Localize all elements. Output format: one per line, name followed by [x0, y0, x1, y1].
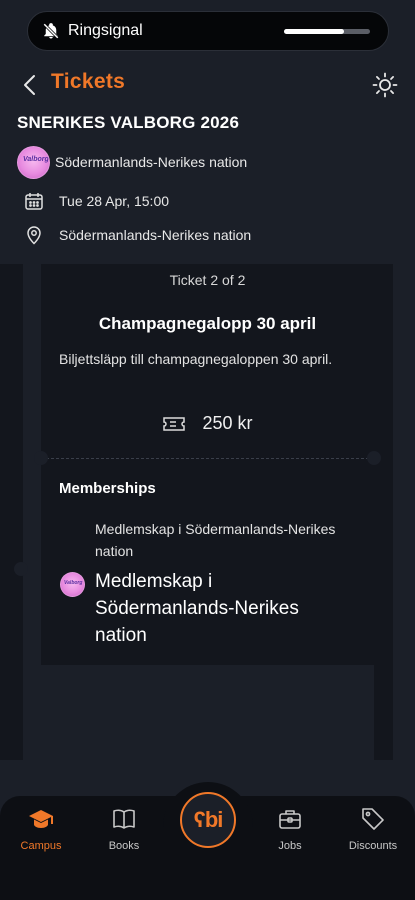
next-ticket-card[interactable] — [374, 264, 393, 760]
nav-campus[interactable]: Campus — [1, 806, 81, 852]
organizer-row[interactable]: Valborg Södermanlands-Nerikes nation — [17, 145, 247, 179]
ticket-name: Champagnegalopp 30 april — [98, 314, 317, 333]
ticket-counter: Ticket 2 of 2 — [169, 272, 246, 288]
membership-name: Medlemskap i Södermanlands-Nerikes natio… — [95, 571, 299, 646]
ringer-level-bar — [284, 29, 370, 34]
location-pin-icon — [27, 226, 41, 245]
event-title: SNERIKES VALBORG 2026 — [17, 113, 240, 132]
briefcase-icon — [279, 810, 301, 829]
event-location: Södermanlands-Nerikes nation — [59, 227, 252, 243]
membership-avatar: Valborg — [60, 572, 85, 597]
ticket-notch — [14, 562, 28, 576]
ringer-level-fill — [284, 29, 345, 34]
nav-jobs[interactable]: Jobs — [250, 806, 330, 852]
calendar-icon — [25, 193, 43, 210]
tag-icon — [362, 808, 384, 830]
nav-jobs-label: Jobs — [278, 840, 302, 852]
bell-muted-icon — [43, 23, 59, 39]
previous-ticket-card[interactable] — [0, 264, 23, 760]
event-location-row[interactable]: Södermanlands-Nerikes nation — [24, 225, 251, 245]
ticket-description: Biljettsläpp till champagnegaloppen 30 a… — [59, 351, 333, 367]
nav-books[interactable]: Books — [84, 806, 164, 852]
membership-subtitle: Medlemskap i Södermanlands-Nerikes natio… — [95, 521, 336, 559]
app-logo: ʕbi — [193, 807, 224, 832]
chevron-left-icon[interactable] — [20, 74, 40, 96]
ticket-notch-left — [34, 451, 48, 465]
nav-discounts[interactable]: Discounts — [333, 806, 413, 852]
ticket-card[interactable]: Ticket 2 of 2 Champagnegalopp 30 april B… — [34, 264, 381, 665]
page-title: Tickets — [51, 70, 126, 93]
event-date-row: Tue 28 Apr, 15:00 — [24, 191, 169, 211]
nav-books-label: Books — [108, 840, 140, 852]
nav-campus-label: Campus — [20, 840, 62, 852]
event-date: Tue 28 Apr, 15:00 — [59, 193, 170, 209]
nav-discounts-label: Discounts — [348, 840, 398, 852]
ticket-details: Ticket 2 of 2 Champagnegalopp 30 april B… — [41, 264, 374, 458]
organizer-name: Södermanlands-Nerikes nation — [55, 154, 248, 170]
page-header: Tickets — [0, 64, 415, 104]
organizer-avatar: Valborg — [17, 145, 50, 179]
membership-item[interactable]: Valborg Medlemskap i Södermanlands-Nerik… — [60, 568, 335, 649]
sun-icon[interactable] — [372, 72, 398, 98]
graduation-cap-icon — [29, 810, 53, 828]
ticket-perforation — [41, 458, 374, 459]
book-icon — [113, 809, 135, 829]
ticket-icon — [163, 416, 186, 431]
memberships-heading: Memberships — [59, 480, 156, 497]
ticket-notch-right — [367, 451, 381, 465]
ringer-status-pill[interactable]: Ringsignal — [27, 11, 389, 51]
home-logo-button[interactable]: ʕbi — [180, 792, 236, 848]
ringer-label: Ringsignal — [68, 22, 143, 39]
ticket-price-row: 250 kr — [41, 413, 374, 434]
ticket-price: 250 kr — [202, 413, 253, 433]
